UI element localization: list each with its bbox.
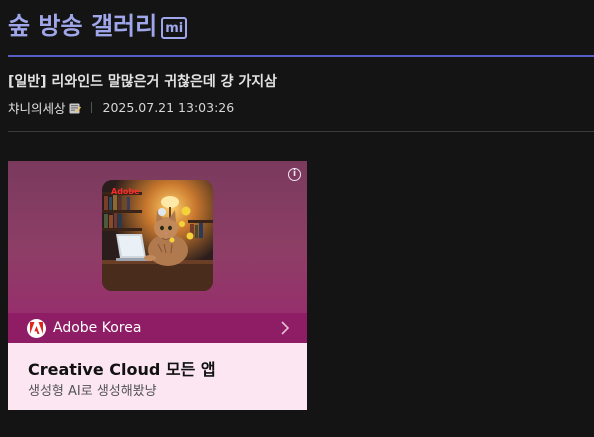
ad-headline: Creative Cloud 모든 앱 xyxy=(28,360,216,379)
ad-body[interactable]: Creative Cloud 모든 앱 생성형 AI로 생성해봤냥 xyxy=(8,343,307,410)
meta-separator xyxy=(90,101,92,113)
gallery-title[interactable]: 숲 방송 갤러리 xyxy=(8,10,157,42)
meta-divider xyxy=(8,131,594,132)
ad-image[interactable]: Adobe xyxy=(102,180,213,291)
chevron-right-icon[interactable] xyxy=(280,320,290,336)
fixed-nick-icon xyxy=(69,102,81,114)
gallery-post-page: 숲 방송 갤러리 mi [일반] 리와인드 말많은거 귀찮은데 걍 가지삼 챠니… xyxy=(0,0,594,437)
author-name[interactable]: 챠니의세상 xyxy=(8,98,66,117)
ad-hero: i Adobe xyxy=(8,161,307,313)
info-icon[interactable]: i xyxy=(288,168,301,181)
ad-image-logo: Adobe xyxy=(111,187,140,196)
ad-brand-name: Adobe Korea xyxy=(53,320,142,336)
ad-subtext: 생성형 AI로 생성해봤냥 xyxy=(28,384,157,399)
post-meta: 챠니의세상 2025.07.21 13:03:26 xyxy=(8,97,234,117)
ad-card[interactable]: i Adobe Adobe Korea Creative Cloud 모든 앱 … xyxy=(8,161,307,410)
post-date: 2025.07.21 13:03:26 xyxy=(102,99,235,115)
ad-brand-bar[interactable]: Adobe Korea xyxy=(8,313,307,343)
post-title: [일반] 리와인드 말많은거 귀찮은데 걍 가지삼 xyxy=(8,74,278,90)
gallery-header: 숲 방송 갤러리 mi xyxy=(8,8,188,44)
cat-laptop-illustration xyxy=(102,180,213,291)
mini-gallery-badge-icon: mi xyxy=(161,17,188,39)
header-divider xyxy=(8,55,594,57)
adobe-logo-icon xyxy=(27,318,46,338)
